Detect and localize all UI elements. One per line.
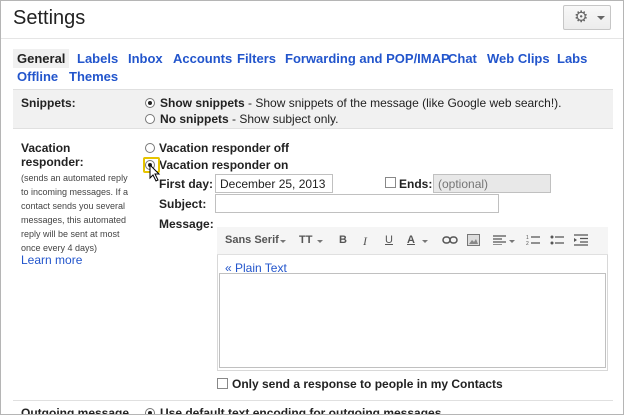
align-chevron-icon bbox=[509, 240, 515, 243]
vacation-label-line2: responder: bbox=[21, 155, 84, 169]
chevron-down-icon bbox=[597, 16, 605, 20]
no-snippets-radio[interactable] bbox=[145, 114, 155, 124]
tab-forwarding[interactable]: Forwarding and POP/IMAP bbox=[285, 51, 450, 66]
message-body-input[interactable] bbox=[219, 273, 606, 368]
snippets-section: Snippets: Show snippets - Show snippets … bbox=[13, 89, 613, 129]
settings-window: Settings ⚙ General Labels Inbox Accounts… bbox=[0, 0, 624, 415]
section-divider bbox=[13, 400, 613, 401]
first-day-label: First day: bbox=[159, 177, 214, 191]
vacation-label-line1: Vacation bbox=[21, 141, 71, 155]
bold-icon[interactable]: B bbox=[339, 234, 347, 246]
vacation-help-text: (sends an automated reply to incoming me… bbox=[21, 173, 129, 253]
size-chevron-icon bbox=[317, 240, 323, 243]
only-contacts-label: Only send a response to people in my Con… bbox=[232, 377, 503, 391]
tab-inbox[interactable]: Inbox bbox=[128, 51, 163, 66]
tab-web-clips[interactable]: Web Clips bbox=[487, 51, 550, 66]
underline-icon[interactable]: U bbox=[385, 234, 393, 246]
no-snippets-text: No snippets - Show subject only. bbox=[160, 112, 339, 126]
editor-toolbar: Sans Serif TT B I U A 1 2 bbox=[217, 227, 608, 255]
show-snippets-text: Show snippets - Show snippets of the mes… bbox=[160, 96, 562, 110]
tab-chat[interactable]: Chat bbox=[448, 51, 477, 66]
header-divider bbox=[1, 38, 623, 39]
message-label: Message: bbox=[159, 217, 214, 231]
vacation-off-label: Vacation responder off bbox=[159, 141, 290, 155]
link-icon[interactable] bbox=[442, 235, 458, 245]
tab-labs[interactable]: Labs bbox=[557, 51, 587, 66]
default-encoding-text: Use default text encoding for outgoing m… bbox=[160, 406, 442, 415]
vacation-off-radio[interactable] bbox=[145, 143, 155, 153]
font-chevron-icon bbox=[280, 240, 286, 243]
page-title: Settings bbox=[13, 7, 86, 29]
first-day-input[interactable] bbox=[215, 174, 333, 193]
tab-accounts[interactable]: Accounts bbox=[173, 51, 232, 66]
learn-more-link[interactable]: Learn more bbox=[21, 253, 82, 267]
only-contacts-checkbox[interactable] bbox=[217, 378, 228, 389]
show-snippets-radio[interactable] bbox=[145, 98, 155, 108]
image-icon[interactable] bbox=[467, 234, 480, 246]
ends-label: Ends: bbox=[399, 177, 433, 191]
snippets-label: Snippets: bbox=[21, 96, 76, 110]
svg-text:2: 2 bbox=[526, 241, 529, 246]
vacation-on-label: Vacation responder on bbox=[159, 158, 289, 172]
numbered-list-icon[interactable]: 1 2 bbox=[526, 234, 540, 246]
gear-icon: ⚙ bbox=[574, 9, 589, 26]
outgoing-label: Outgoing message bbox=[21, 406, 130, 415]
subject-label: Subject: bbox=[159, 197, 207, 211]
tab-offline[interactable]: Offline bbox=[17, 69, 58, 84]
color-chevron-icon bbox=[422, 240, 428, 243]
tab-filters[interactable]: Filters bbox=[237, 51, 276, 66]
subject-input[interactable] bbox=[215, 194, 499, 213]
font-size-icon[interactable]: TT bbox=[299, 234, 312, 246]
tab-labels[interactable]: Labels bbox=[77, 51, 118, 66]
ends-input[interactable] bbox=[433, 174, 551, 193]
text-color-icon[interactable]: A bbox=[407, 234, 415, 246]
align-icon[interactable] bbox=[493, 235, 506, 245]
ends-checkbox[interactable] bbox=[385, 177, 396, 188]
bulleted-list-icon[interactable] bbox=[550, 234, 564, 246]
tab-general[interactable]: General bbox=[13, 49, 70, 68]
tab-themes[interactable]: Themes bbox=[69, 69, 118, 84]
settings-gear-button[interactable]: ⚙ bbox=[563, 5, 611, 30]
indent-icon[interactable] bbox=[574, 234, 588, 246]
font-family-select[interactable]: Sans Serif bbox=[225, 234, 279, 246]
italic-icon[interactable]: I bbox=[363, 234, 367, 249]
default-encoding-radio[interactable] bbox=[145, 408, 155, 414]
